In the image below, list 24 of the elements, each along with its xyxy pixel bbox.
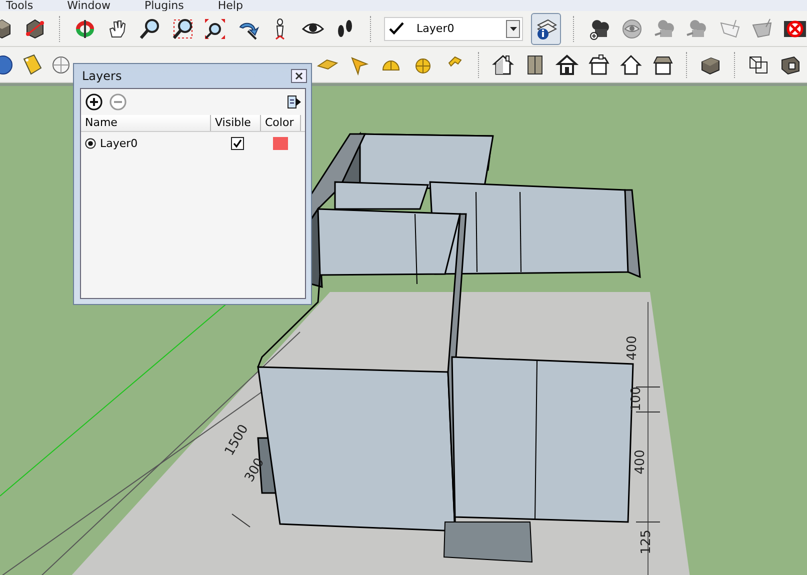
visible-checkbox[interactable]: [231, 136, 244, 150]
dimension-label: 125: [639, 530, 654, 554]
menu-item[interactable]: Help: [208, 0, 253, 11]
menu-item[interactable]: Window: [57, 0, 120, 11]
column-header[interactable]: Color: [261, 115, 301, 131]
layer-name: Layer0: [100, 136, 138, 150]
details-arrow-icon[interactable]: [287, 94, 301, 110]
dimension-label: 400: [633, 450, 648, 474]
dimension-label: 100: [629, 386, 644, 412]
menu-item[interactable]: Tools: [0, 0, 44, 11]
radio-button[interactable]: [85, 138, 96, 148]
menu-item[interactable]: Plugins: [134, 0, 194, 11]
color-swatch[interactable]: [273, 136, 288, 150]
add-layer-icon[interactable]: [85, 93, 103, 111]
layer-dropdown[interactable]: Layer0: [384, 16, 524, 40]
panel-title: Layers: [82, 69, 122, 83]
layer-manager-button[interactable]: [531, 12, 562, 44]
dimension-label: 400: [625, 336, 640, 360]
column-header[interactable]: Visible: [211, 115, 261, 131]
close-button[interactable]: [291, 69, 307, 83]
column-header[interactable]: Name: [81, 115, 211, 131]
close-icon[interactable]: [295, 72, 303, 80]
house-icon[interactable]: [586, 52, 612, 78]
remove-layer-icon[interactable]: [109, 93, 127, 111]
